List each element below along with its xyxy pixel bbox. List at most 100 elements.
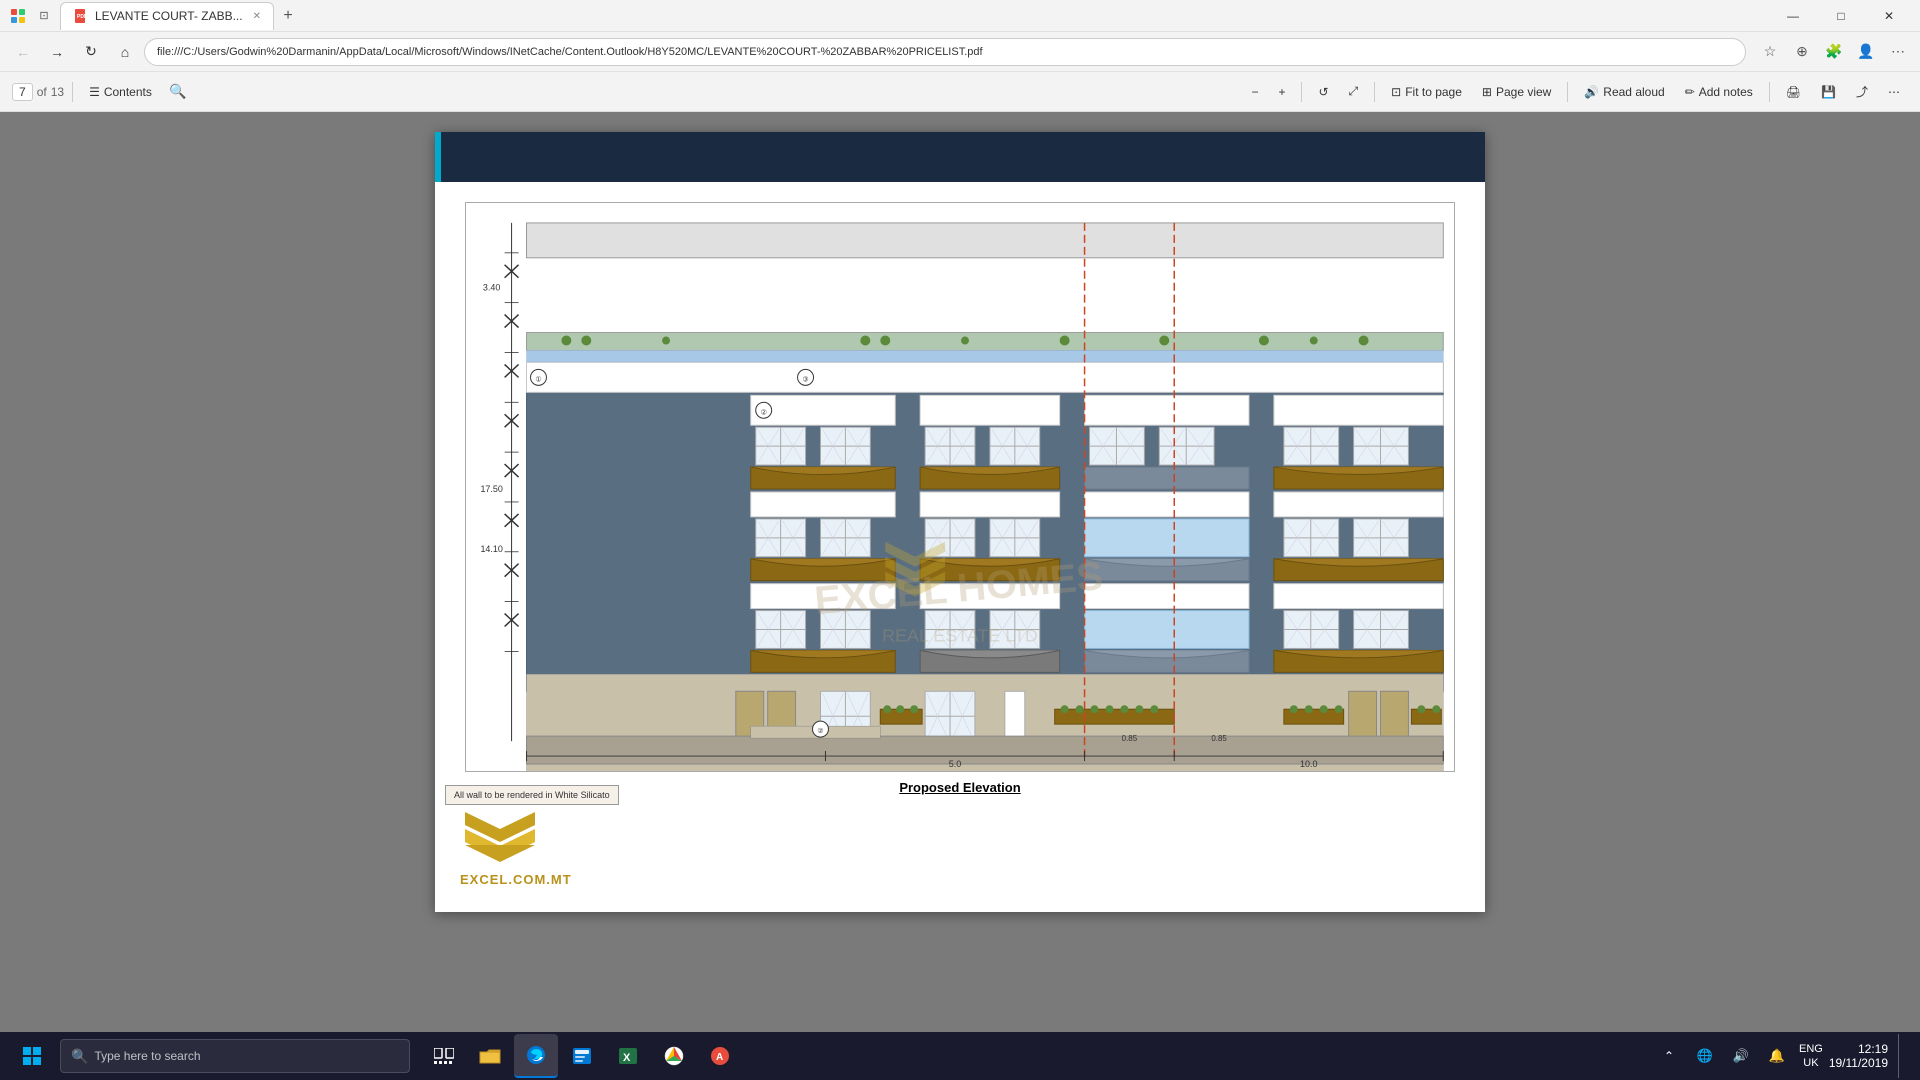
page-number-control: 7 of 13 [12, 83, 64, 101]
refresh-button[interactable]: ↻ [76, 37, 106, 67]
show-desktop-button[interactable] [1898, 1034, 1904, 1078]
svg-text:5.0: 5.0 [949, 759, 961, 769]
taskbar-right: ⌃ 🌐 🔊 🔔 ENG UK 12:19 19/11/2019 [1645, 1034, 1912, 1078]
address-bar[interactable]: file:///C:/Users/Godwin%20Darmanin/AppDa… [144, 38, 1746, 66]
new-tab-button[interactable]: + [274, 2, 302, 30]
add-notes-label: Add notes [1699, 85, 1753, 99]
zoom-out-button[interactable]: − [1243, 82, 1266, 102]
fit-page-button[interactable]: ⊡ Fit to page [1383, 82, 1470, 102]
collections-icon[interactable]: ⊕ [1788, 38, 1816, 66]
browser-frame: ⊡ PDF LEVANTE COURT- ZABB... ✕ + — □ ✕ ←… [0, 0, 1920, 1080]
excel-taskbar[interactable]: X [606, 1034, 650, 1078]
rotate-button[interactable]: ↺ [1310, 82, 1336, 102]
region-text: UK [1799, 1056, 1823, 1070]
divider-1 [72, 82, 73, 102]
svg-text:REAL ESTATE LTD: REAL ESTATE LTD [882, 625, 1038, 645]
content-area[interactable]: 3.40 17.50 14.10 [0, 112, 1920, 1032]
of-label: of [37, 85, 47, 99]
address-text: file:///C:/Users/Godwin%20Darmanin/AppDa… [157, 46, 983, 58]
svg-text:PDF: PDF [77, 14, 87, 20]
tab-close-button[interactable]: ✕ [253, 11, 261, 22]
pdf-page: 3.40 17.50 14.10 [435, 132, 1485, 912]
read-aloud-icon: 🔊 [1584, 85, 1599, 99]
excel-icon: X [618, 1046, 638, 1066]
windows-logo-icon [23, 1047, 41, 1065]
profile-icon[interactable]: 👤 [1852, 38, 1880, 66]
add-notes-icon: ✏ [1685, 85, 1695, 99]
read-aloud-label: Read aloud [1603, 85, 1664, 99]
title-bar-right: — □ ✕ [1770, 0, 1912, 32]
file-explorer-taskbar[interactable] [468, 1034, 512, 1078]
app-taskbar-6[interactable]: A [698, 1034, 742, 1078]
window-icon [8, 6, 28, 26]
title-bar-left: ⊡ [8, 6, 54, 26]
title-bar: ⊡ PDF LEVANTE COURT- ZABB... ✕ + — □ ✕ [0, 0, 1920, 32]
current-page[interactable]: 7 [12, 83, 33, 101]
contents-button[interactable]: ☰ Contents [81, 82, 160, 102]
forward-button[interactable]: → [42, 37, 72, 67]
clock-date: 19/11/2019 [1829, 1056, 1888, 1070]
browser-tab-active[interactable]: PDF LEVANTE COURT- ZABB... ✕ [60, 2, 274, 30]
excel-logo-area: EXCEL.COM.MT [460, 807, 572, 887]
file-explorer-icon [479, 1047, 501, 1065]
start-button[interactable] [8, 1032, 56, 1080]
maximize-button[interactable]: □ [1818, 0, 1864, 32]
page-view-button[interactable]: ⊞ Page view [1474, 82, 1559, 102]
search-icon: 🔍 [71, 1048, 88, 1065]
page-view-icon: ⊞ [1482, 85, 1492, 99]
total-pages: 13 [51, 85, 64, 99]
home-button[interactable]: ⌂ [110, 37, 140, 67]
elevation-drawing: 3.40 17.50 14.10 [465, 202, 1455, 772]
taskbar-search-placeholder: Type here to search [94, 1049, 200, 1063]
divider-4 [1567, 82, 1568, 102]
outlook-taskbar[interactable] [560, 1034, 604, 1078]
svg-text:14.10: 14.10 [480, 544, 502, 554]
search-button[interactable]: 🔍 [164, 78, 192, 106]
nav-bar: ← → ↻ ⌂ file:///C:/Users/Godwin%20Darman… [0, 32, 1920, 72]
minimize-button[interactable]: — [1770, 0, 1816, 32]
close-button[interactable]: ✕ [1866, 0, 1912, 32]
svg-text:17.50: 17.50 [480, 484, 502, 494]
page-view-label: Page view [1496, 85, 1551, 99]
read-aloud-button[interactable]: 🔊 Read aloud [1576, 82, 1672, 102]
contents-label: Contents [104, 85, 152, 99]
share-button[interactable]: ⤴ [1848, 80, 1876, 103]
logo-text: EXCEL.COM.MT [460, 872, 572, 887]
full-screen-button[interactable]: ⤢ [1341, 81, 1367, 102]
edge-icon [526, 1045, 546, 1065]
taskview-button[interactable] [422, 1034, 466, 1078]
header-right [1405, 132, 1485, 182]
network-icon[interactable]: 🌐 [1689, 1040, 1721, 1072]
save-button[interactable]: 💾 [1813, 82, 1844, 102]
taskbar-clock[interactable]: 12:19 19/11/2019 [1829, 1042, 1888, 1070]
zoom-in-button[interactable]: + [1270, 82, 1293, 102]
back-button[interactable]: ← [8, 37, 38, 67]
app6-icon: A [710, 1046, 730, 1066]
pdf-tab-icon: PDF [73, 8, 89, 24]
pdf-toolbar: 7 of 13 ☰ Contents 🔍 − + ↺ ⤢ ⊡ Fit to pa… [0, 72, 1920, 112]
favorites-icon[interactable]: ☆ [1756, 38, 1784, 66]
divider-2 [1301, 82, 1302, 102]
notification-icon[interactable]: 🔔 [1761, 1040, 1793, 1072]
tab-title: LEVANTE COURT- ZABB... [95, 9, 243, 23]
chrome-icon [664, 1046, 684, 1066]
more-button[interactable]: ⋯ [1880, 82, 1908, 102]
chrome-taskbar[interactable] [652, 1034, 696, 1078]
show-hidden-icons[interactable]: ⌃ [1653, 1040, 1685, 1072]
header-accent [435, 132, 441, 182]
edge-browser-taskbar[interactable] [514, 1034, 558, 1078]
taskbar-search[interactable]: 🔍 Type here to search [60, 1039, 410, 1073]
svg-text:A: A [716, 1052, 723, 1063]
restore-icon: ⊡ [34, 6, 54, 26]
language-indicator[interactable]: ENG UK [1799, 1042, 1823, 1071]
print-button[interactable]: 🖨 [1778, 82, 1809, 102]
pdf-header-banner [435, 132, 1485, 182]
divider-3 [1374, 82, 1375, 102]
legend-text: All wall to be rendered in White Silicat… [454, 790, 610, 800]
extensions-icon[interactable]: 🧩 [1820, 38, 1848, 66]
settings-icon[interactable]: ⋯ [1884, 38, 1912, 66]
taskbar-apps: X A [422, 1034, 742, 1078]
volume-icon[interactable]: 🔊 [1725, 1040, 1757, 1072]
taskview-icon [434, 1048, 454, 1064]
add-notes-button[interactable]: ✏ Add notes [1677, 82, 1761, 102]
